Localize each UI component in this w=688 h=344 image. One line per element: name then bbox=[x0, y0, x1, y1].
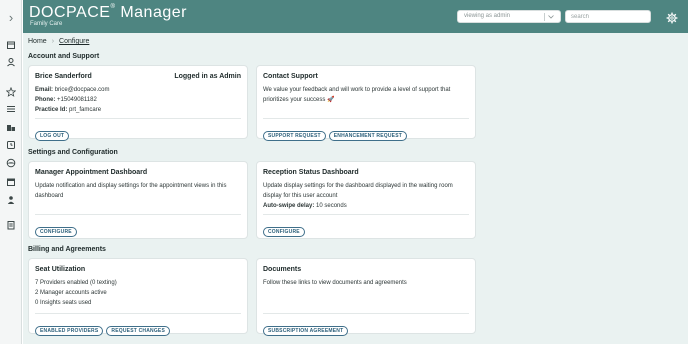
documents-text: Follow these links to view documents and… bbox=[263, 280, 407, 286]
logout-button[interactable]: LOG OUT bbox=[35, 131, 70, 141]
star-icon[interactable] bbox=[6, 87, 16, 97]
brand-name: DOCPACE bbox=[29, 4, 111, 21]
account-card: Brice Sanderford Logged in as Admin Emai… bbox=[28, 65, 248, 142]
account-phone: +15049081182 bbox=[57, 97, 97, 103]
globe-icon[interactable] bbox=[6, 158, 16, 168]
card-divider bbox=[263, 313, 469, 314]
configure-reception-button[interactable]: CONFIGURE bbox=[263, 227, 305, 237]
calendar-grid-icon[interactable] bbox=[6, 177, 16, 187]
documents-card: Documents Follow these links to view doc… bbox=[256, 258, 476, 337]
search-input[interactable] bbox=[565, 10, 651, 23]
view-as-value: viewing as admin bbox=[464, 13, 511, 19]
insights-seats-text: 0 Insights seats used bbox=[35, 300, 92, 306]
support-request-button[interactable]: SUPPORT REQUEST bbox=[263, 131, 326, 141]
auto-swipe-value: 10 seconds bbox=[316, 203, 347, 209]
account-actions: LOG OUT bbox=[35, 124, 72, 142]
building-icon[interactable] bbox=[6, 122, 16, 132]
select-divider bbox=[544, 13, 545, 21]
section-title-account: Account and Support bbox=[28, 53, 100, 60]
reception-dashboard-title: Reception Status Dashboard bbox=[263, 169, 359, 176]
seat-utilization-title: Seat Utilization bbox=[35, 266, 86, 273]
breadcrumb-configure[interactable]: Configure bbox=[59, 38, 89, 45]
support-actions: SUPPORT REQUEST ENHANCEMENT REQUEST bbox=[263, 124, 410, 142]
reception-actions: CONFIGURE bbox=[263, 220, 308, 238]
breadcrumb: Home › Configure bbox=[28, 38, 89, 45]
account-name: Brice Sanderford bbox=[35, 73, 92, 80]
appointment-dashboard-text: Update notification and display settings… bbox=[35, 183, 227, 199]
documents-title: Documents bbox=[263, 266, 302, 273]
view-as-select[interactable]: viewing as admin bbox=[457, 10, 561, 23]
appointment-dashboard-title: Manager Appointment Dashboard bbox=[35, 169, 148, 176]
brand-registered-mark: ® bbox=[110, 4, 116, 10]
chevron-down-icon[interactable] bbox=[547, 11, 555, 25]
card-divider bbox=[263, 214, 469, 215]
list-icon[interactable] bbox=[6, 104, 16, 114]
auto-swipe-label: Auto-swipe delay: bbox=[263, 203, 315, 209]
reception-dashboard-details: Update display settings for the dashboar… bbox=[263, 181, 469, 211]
card-divider bbox=[35, 313, 241, 314]
calendar-icon[interactable] bbox=[6, 40, 16, 50]
subscription-agreement-button[interactable]: SUBSCRIPTION AGREEMENT bbox=[263, 326, 349, 336]
account-details: Email: brice@docpace.com Phone: +1504908… bbox=[35, 85, 241, 115]
breadcrumb-separator: › bbox=[51, 38, 55, 45]
documents-actions: SUBSCRIPTION AGREEMENT bbox=[263, 319, 351, 337]
login-status: Logged in as Admin bbox=[174, 73, 241, 80]
practice-label: Practice Id: bbox=[35, 107, 68, 113]
enabled-providers-button[interactable]: ENABLED PROVIDERS bbox=[35, 326, 104, 336]
reception-dashboard-text: Update display settings for the dashboar… bbox=[263, 183, 453, 199]
reception-dashboard-card: Reception Status Dashboard Update displa… bbox=[256, 161, 476, 239]
brand-suffix: Manager bbox=[120, 4, 187, 21]
app-logo[interactable]: DOCPACE® Manager bbox=[29, 4, 187, 22]
sidebar: › bbox=[0, 0, 22, 344]
breadcrumb-home[interactable]: Home bbox=[28, 38, 47, 45]
practice-name: Family Care bbox=[30, 21, 63, 27]
gear-icon[interactable] bbox=[666, 11, 678, 24]
card-divider bbox=[35, 214, 241, 215]
enhancement-request-button[interactable]: ENHANCEMENT REQUEST bbox=[328, 131, 407, 141]
appointment-dashboard-card: Manager Appointment Dashboard Update not… bbox=[28, 161, 248, 239]
card-divider bbox=[263, 118, 469, 119]
card-divider bbox=[35, 118, 241, 119]
configure-appointment-button[interactable]: CONFIGURE bbox=[35, 227, 77, 237]
phone-label: Phone: bbox=[35, 97, 56, 103]
support-card: Contact Support We value your feedback a… bbox=[256, 65, 476, 142]
request-changes-button[interactable]: REQUEST CHANGES bbox=[106, 326, 170, 336]
sidebar-expand-icon[interactable]: › bbox=[0, 8, 22, 28]
manager-accounts-text: 2 Manager accounts active bbox=[35, 290, 107, 296]
seat-utilization-card: Seat Utilization 7 Providers enabled (0 … bbox=[28, 258, 248, 337]
email-label: Email: bbox=[35, 87, 54, 93]
section-title-billing: Billing and Agreements bbox=[28, 246, 106, 253]
section-title-settings: Settings and Configuration bbox=[28, 149, 118, 156]
clock-icon[interactable] bbox=[6, 140, 16, 150]
user-icon[interactable] bbox=[6, 57, 16, 67]
support-title: Contact Support bbox=[263, 73, 318, 80]
appointment-actions: CONFIGURE bbox=[35, 220, 80, 238]
seat-actions: ENABLED PROVIDERS REQUEST CHANGES bbox=[35, 319, 173, 337]
account-email: brice@docpace.com bbox=[54, 87, 110, 93]
main-content: Home › Configure Account and Support Brice… bbox=[23, 33, 688, 344]
person-icon[interactable] bbox=[6, 195, 16, 205]
seat-utilization-details: 7 Providers enabled (0 texting) 2 Manage… bbox=[35, 278, 241, 308]
top-bar: DOCPACE® Manager Family Care viewing as … bbox=[23, 0, 688, 33]
document-icon[interactable] bbox=[6, 220, 16, 230]
providers-enabled-text: 7 Providers enabled (0 texting) bbox=[35, 280, 117, 286]
support-text: We value your feedback and will work to … bbox=[263, 87, 451, 103]
account-practice-id: prt_famcare bbox=[69, 107, 102, 113]
